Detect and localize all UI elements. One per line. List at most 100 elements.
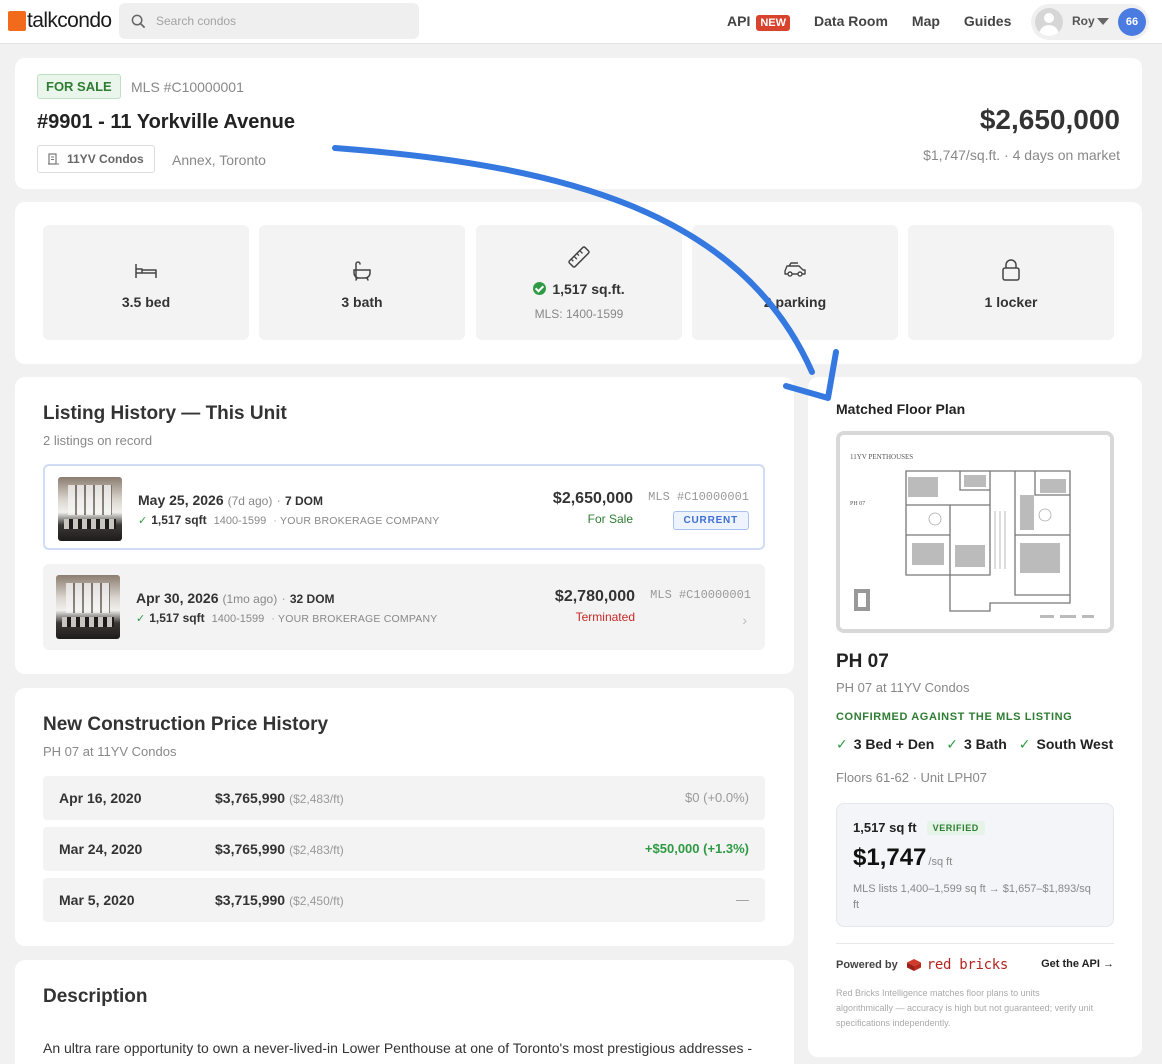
description-card: Description An ultra rare opportunity to… <box>15 960 794 1064</box>
price-value: $3,765,990 <box>215 790 286 806</box>
price-date: Apr 16, 2020 <box>59 790 142 806</box>
floor-plan-panel: Matched Floor Plan 11YV PENTHOUSES PH 07 <box>808 377 1142 1057</box>
listing-mls: MLS #C10000001 <box>648 490 749 504</box>
description-title: Description <box>43 986 148 1007</box>
price-change: — <box>736 892 749 907</box>
nav-link-guides[interactable]: Guides <box>964 13 1011 29</box>
check-icon: ✓ <box>946 736 958 752</box>
nav-link-api[interactable]: API NEW <box>727 13 791 31</box>
listing-price-row: $2,650,000 <box>552 490 633 507</box>
listing-date: May 25, 2026 <box>138 492 224 508</box>
mls-range-note: MLS lists 1,400–1,599 sq ft → $1,657–$1,… <box>853 883 1091 911</box>
description-text: An ultra rare opportunity to own a never… <box>43 1040 753 1064</box>
listing-row[interactable]: May 25, 2026 (7d ago) · 7 DOM ✓ 1,517 sqft 1… <box>43 464 765 550</box>
search-bar[interactable] <box>119 3 419 39</box>
listing-header-card: FOR SALE MLS #C10000001 #9901 - 11 Yorkv… <box>15 58 1142 189</box>
price-row: Mar 24, 2020 $3,765,990 ($2,483/ft) +$50,… <box>43 827 765 871</box>
floors-unit: Floors 61-62 · Unit LPH07 <box>836 770 988 785</box>
stat-locker: 1 locker <box>908 225 1114 340</box>
nav-links: API NEW Data Room Map Guides <box>727 13 1035 31</box>
separator-dot: · <box>270 515 281 527</box>
price-row: Apr 16, 2020 $3,765,990 ($2,483/ft) $0 (+… <box>43 776 765 820</box>
avatar <box>1035 8 1063 36</box>
listing-dom: 7 DOM <box>285 494 324 508</box>
bath-icon <box>353 261 371 281</box>
price-value-group: $3,715,990 ($2,450/ft) <box>215 892 344 908</box>
building-link[interactable]: 11YV Condos <box>37 145 155 173</box>
get-api-link[interactable]: Get the API → <box>1041 958 1114 970</box>
feature-label: 3 Bed + Den <box>853 736 935 752</box>
check-icon: ✓ <box>1018 736 1031 752</box>
separator-dot: · <box>281 590 286 606</box>
price-history-card: New Construction Price History PH 07 at … <box>15 688 794 946</box>
floor-plan-drawing: 11YV PENTHOUSES PH 07 <box>840 435 1110 629</box>
caret-down-icon <box>1097 18 1109 25</box>
nav-link-api-label: API <box>727 13 751 29</box>
check-icon: ✓ <box>836 736 848 752</box>
stat-parking: 2 parking <box>692 225 898 340</box>
verified-sqft-row: 1,517 sq ft VERIFIED <box>853 820 985 835</box>
stat-bath-label: 3 bath <box>341 294 383 310</box>
verified-sqft: 1,517 sq ft <box>853 820 917 835</box>
powered-by-label: Powered by <box>836 959 898 971</box>
listing-ago: (7d ago) <box>227 494 273 508</box>
confirmed-label: CONFIRMED AGAINST THE MLS LISTING <box>836 711 1073 723</box>
listing-sqft-range: 1400-1599 <box>211 613 265 625</box>
verified-psf-row: $1,747/sq ft <box>853 844 952 872</box>
lock-icon <box>1002 259 1020 281</box>
building-icon <box>48 153 59 165</box>
floor-plan-image[interactable]: 11YV PENTHOUSES PH 07 <box>836 431 1114 633</box>
red-bricks-logo[interactable]: red bricks <box>906 957 1008 973</box>
listing-photo <box>56 575 120 639</box>
listing-history-card: Listing History — This Unit 2 listings o… <box>15 377 794 674</box>
listing-detail-line: ✓ 1,517 sqft 1400-1599 · YOUR BROKERAGE C… <box>136 611 437 625</box>
price-meta: $1,747/sq.ft. · 4 days on market <box>923 147 1120 163</box>
logo-text: talkcondo <box>27 9 112 32</box>
price-psf: ($2,483/ft) <box>289 843 344 857</box>
price-date: Mar 5, 2020 <box>59 892 135 908</box>
price-psf: ($2,450/ft) <box>289 894 344 908</box>
neighbourhood: Annex, Toronto <box>172 152 266 168</box>
new-badge: NEW <box>756 15 791 31</box>
user-menu[interactable]: Roy 66 <box>1031 4 1149 40</box>
listing-price: $2,650,000 <box>979 104 1120 135</box>
stat-sqft-row: 1,517 sq.ft. <box>476 281 682 297</box>
listing-status: Terminated <box>575 610 635 624</box>
listing-history-subtitle: 2 listings on record <box>43 433 153 448</box>
listing-photo <box>58 477 122 541</box>
stat-bed-label: 3.5 bed <box>121 294 171 310</box>
price-history-subtitle: PH 07 at 11YV Condos <box>43 744 177 759</box>
stats-card: 3.5 bed 3 bath 1,517 sq.ft. MLS: 1400-15… <box>15 202 1142 364</box>
search-icon <box>131 14 146 28</box>
stat-sqft-label: 1,517 sq.ft. <box>552 281 625 297</box>
listing-brokerage: YOUR BROKERAGE COMPANY <box>280 515 440 527</box>
car-icon <box>784 262 806 277</box>
psf-unit: /sq ft <box>928 856 953 868</box>
floor-plan-label: PH 07 <box>850 501 865 507</box>
notification-count[interactable]: 66 <box>1118 8 1146 36</box>
nav-link-map[interactable]: Map <box>912 13 940 29</box>
search-input[interactable] <box>156 14 396 28</box>
separator-dot: · <box>276 492 281 508</box>
verified-check-icon <box>533 282 547 295</box>
price-change: $0 (+0.0%) <box>685 790 749 805</box>
brick-icon <box>906 959 921 971</box>
price-date: Mar 24, 2020 <box>59 841 143 857</box>
listing-row[interactable]: Apr 30, 2026 (1mo ago) · 32 DOM ✓ 1,517 sqft… <box>43 564 765 650</box>
listing-sqft: 1,517 sqft <box>149 611 205 625</box>
nav-link-data-room[interactable]: Data Room <box>814 13 888 29</box>
unit-subtitle: PH 07 at 11YV Condos <box>836 680 970 695</box>
red-bricks-text: red bricks <box>926 957 1009 973</box>
floor-plan-title: Matched Floor Plan <box>836 401 966 417</box>
feature-item: ✓ 3 Bath <box>946 736 1007 753</box>
stat-locker-label: 1 locker <box>984 294 1038 310</box>
logo[interactable]: talkcondo <box>8 9 112 32</box>
price-value: $3,715,990 <box>215 892 286 908</box>
chevron-right-icon[interactable]: › <box>742 612 747 628</box>
price-psf: ($2,483/ft) <box>289 792 344 806</box>
stat-bed: 3.5 bed <box>43 225 249 340</box>
bed-icon <box>135 264 157 278</box>
feature-label: 3 Bath <box>964 736 1007 752</box>
listing-dom: 32 DOM <box>289 592 335 606</box>
verified-psf: $1,747 <box>853 844 927 871</box>
